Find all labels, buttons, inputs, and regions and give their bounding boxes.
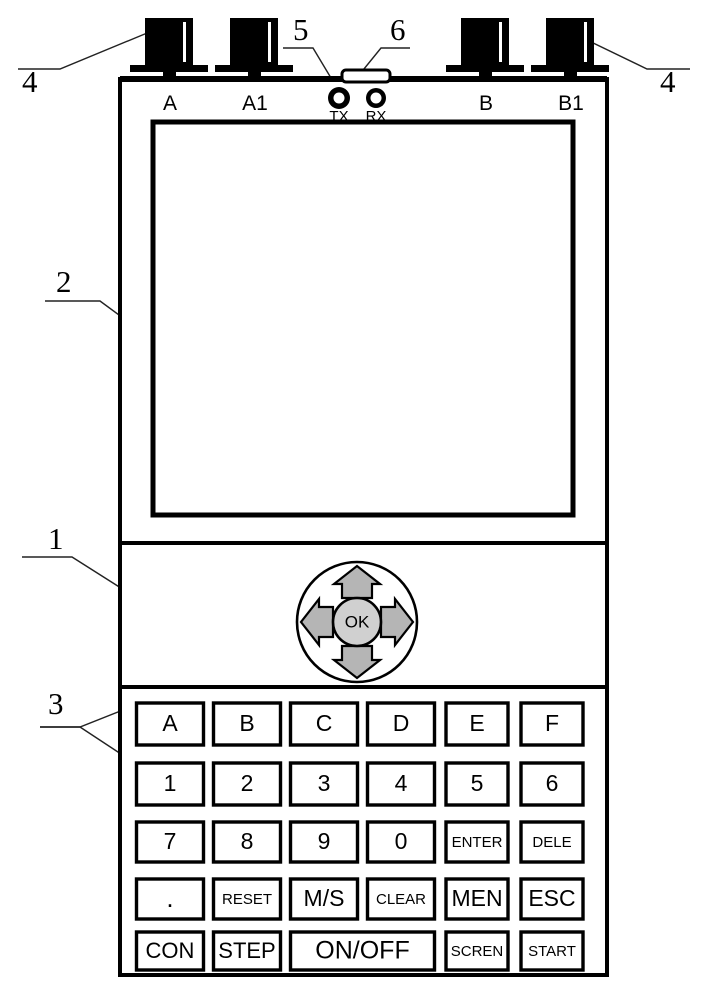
key-label: C	[316, 710, 333, 736]
key-label: 3	[318, 770, 331, 796]
key-0[interactable]: 0	[365, 820, 437, 864]
key-label: ENTER	[452, 834, 503, 851]
leader-line-4-left	[18, 30, 153, 70]
key-label: 9	[318, 828, 331, 854]
key-label: 6	[546, 770, 559, 796]
key-label: 7	[164, 828, 177, 854]
ref-numeral-2: 2	[56, 264, 72, 299]
key-label: DELE	[532, 834, 571, 851]
key-label: START	[528, 943, 576, 960]
key-clear[interactable]: CLEAR	[365, 877, 437, 921]
ref-numeral-1: 1	[48, 521, 64, 556]
key-label: RESET	[222, 891, 272, 908]
key-con[interactable]: CON	[134, 930, 206, 972]
ref-numeral-5: 5	[293, 12, 309, 47]
key-reset[interactable]: RESET	[211, 877, 283, 921]
key-label: 8	[241, 828, 254, 854]
key-label: 1	[164, 770, 177, 796]
key-label: M/S	[304, 885, 345, 911]
connector-a[interactable]	[130, 18, 208, 83]
ref-numeral-3: 3	[48, 686, 64, 721]
key-5[interactable]: 5	[444, 761, 510, 807]
key-9[interactable]: 9	[288, 820, 360, 864]
dpad-ok-label: OK	[345, 612, 370, 631]
key-label: CLEAR	[376, 891, 426, 908]
key-label: SCREN	[451, 943, 504, 960]
key-3[interactable]: 3	[288, 761, 360, 807]
key-f[interactable]: F	[519, 701, 585, 747]
key-dele[interactable]: DELE	[519, 820, 585, 864]
connector-a1[interactable]	[215, 18, 293, 83]
key-label: F	[545, 710, 559, 736]
key-6[interactable]: 6	[519, 761, 585, 807]
key-label: .	[166, 883, 173, 913]
connector-label-a1: A1	[242, 92, 268, 115]
key-a[interactable]: A	[134, 701, 206, 747]
connector-label-a: A	[163, 92, 177, 115]
connector-b1[interactable]	[531, 18, 609, 83]
key-label: A	[162, 710, 178, 736]
display-screen[interactable]	[150, 119, 576, 518]
key-label: MEN	[451, 885, 502, 911]
key-label: 0	[395, 828, 408, 854]
connector-label-b: B	[479, 92, 493, 115]
tx-port[interactable]	[328, 87, 350, 109]
key-label: CON	[146, 938, 195, 963]
key-start[interactable]: START	[519, 930, 585, 972]
patent-figure: 4 5 6 4 2 1 3 TX RX A A1 B B1 OK A B C D…	[0, 0, 706, 1000]
connector-label-b1: B1	[558, 92, 584, 115]
key-c[interactable]: C	[288, 701, 360, 747]
key-4[interactable]: 4	[365, 761, 437, 807]
key-m-s[interactable]: M/S	[288, 877, 360, 921]
key-label: B	[239, 710, 254, 736]
device-drawing: 4 5 6 4 2 1 3 TX RX A A1 B B1 OK A B C D…	[18, 12, 690, 977]
usb-slot[interactable]	[340, 68, 392, 84]
connector-b[interactable]	[446, 18, 524, 83]
key-label: 5	[471, 770, 484, 796]
key-label: STEP	[218, 938, 275, 963]
key-label: ON/OFF	[315, 937, 409, 965]
key-men[interactable]: MEN	[444, 877, 510, 921]
ref-numeral-4-left: 4	[22, 64, 38, 99]
key-label: 4	[395, 770, 408, 796]
key-esc[interactable]: ESC	[519, 877, 585, 921]
rx-port[interactable]	[366, 88, 386, 108]
key-2[interactable]: 2	[211, 761, 283, 807]
key-label: 2	[241, 770, 254, 796]
key-b[interactable]: B	[211, 701, 283, 747]
key-8[interactable]: 8	[211, 820, 283, 864]
key-e[interactable]: E	[444, 701, 510, 747]
dpad-control: OK	[295, 560, 419, 684]
key-[interactable]: .	[134, 877, 206, 921]
key-d[interactable]: D	[365, 701, 437, 747]
ref-numeral-4-right: 4	[660, 64, 676, 99]
key-7[interactable]: 7	[134, 820, 206, 864]
key-scren[interactable]: SCREN	[444, 930, 510, 972]
key-1[interactable]: 1	[134, 761, 206, 807]
key-on-off[interactable]: ON/OFF	[288, 930, 437, 972]
key-enter[interactable]: ENTER	[444, 820, 510, 864]
key-label: ESC	[528, 885, 575, 911]
key-label: D	[393, 710, 410, 736]
ref-numeral-6: 6	[390, 12, 406, 47]
key-label: E	[469, 710, 484, 736]
key-step[interactable]: STEP	[211, 930, 283, 972]
